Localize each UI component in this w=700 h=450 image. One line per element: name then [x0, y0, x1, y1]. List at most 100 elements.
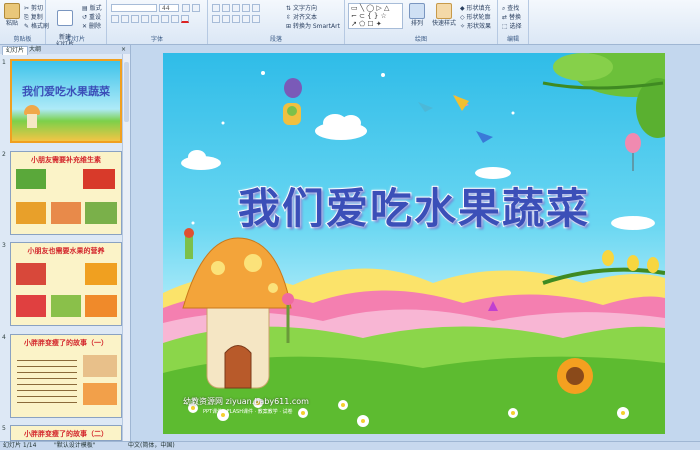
font-size-buttons: [182, 4, 200, 12]
slide-thumbnail-5[interactable]: 小胖胖变瘦了的故事（二）: [10, 425, 122, 441]
slide-thumbnail-1[interactable]: 我们爱吃水果蔬菜: [10, 59, 122, 143]
sunflower: [557, 358, 593, 394]
fruit-photo: [16, 295, 46, 317]
main-slide[interactable]: 我们爱吃水果蔬菜 幼教资源网 ziyuan.baby611.com PPT课件 …: [163, 53, 665, 434]
bold-button[interactable]: [111, 15, 119, 23]
columns-button[interactable]: [252, 15, 260, 23]
align-left-button[interactable]: [212, 15, 220, 23]
font-size-combo[interactable]: 44: [159, 4, 179, 12]
hot-air-balloon: [625, 133, 641, 171]
align-right-button[interactable]: [232, 15, 240, 23]
story-picture: [83, 355, 117, 377]
paper-plane: [476, 131, 493, 143]
story-text-lines: [17, 355, 77, 407]
slide-thumbnail-4[interactable]: 小胖胖变瘦了的故事（一）: [10, 334, 122, 418]
vegetable-photo: [83, 169, 115, 189]
slides-group: 新建 幻灯片 ▤ 版式 ↺ 重设 ✕ 删除 幻灯片: [46, 0, 107, 48]
grow-font-button[interactable]: [182, 4, 190, 12]
drawing-group: ▭ ╲ ◯ ▷ △ ⌐ ⊂ { } ☆ ↗ ⬠ ☐ ✦ 排列 快速样式 ◆ 形状填充…: [345, 0, 498, 44]
thumb-title: 我们爱吃水果蔬菜: [22, 85, 110, 98]
balloon-character: [283, 78, 302, 125]
fruit-photo: [85, 295, 117, 317]
paste-button[interactable]: 粘贴: [2, 3, 22, 27]
watermark-subtext: PPT课件 · FLASH课件 · 教案教学 · 试卷: [203, 409, 293, 415]
new-slide-icon: [57, 10, 73, 26]
shape-effects-button[interactable]: ✧ 形状效果: [460, 21, 491, 30]
cloud: [315, 114, 367, 140]
line-spacing-button[interactable]: [252, 4, 260, 12]
spacing-button[interactable]: [161, 15, 169, 23]
cut-button[interactable]: ✂ 剪切: [24, 3, 43, 12]
clipboard-group: 粘贴 ✂ 剪切 ⎘ 复制 ✎ 格式刷 剪贴板: [0, 0, 49, 44]
thumb-title: 小胖胖变瘦了的故事（二）: [24, 430, 108, 438]
tree-leaves: [542, 53, 665, 138]
thumb-title: 小朋友需要补充维生素: [31, 156, 101, 164]
thumb-number: 4: [2, 334, 6, 341]
thumb-number: 5: [2, 425, 6, 432]
mushroom-stem-thumb: [27, 114, 37, 128]
case-button[interactable]: [171, 15, 179, 23]
layout-button[interactable]: ▤ 版式: [82, 3, 102, 12]
reset-button[interactable]: ↺ 重设: [82, 12, 101, 21]
font-label: 字体: [150, 36, 163, 43]
paragraph-group: ⇅ 文字方向 ⇳ 对齐文本 ⊞ 转换为 SmartArt 段落: [208, 0, 345, 44]
vegetable-photo: [85, 202, 117, 224]
scrollbar-thumb[interactable]: [124, 62, 129, 122]
story-picture: [83, 383, 117, 405]
editing-label: 编辑: [506, 36, 519, 43]
increase-indent-button[interactable]: [242, 4, 250, 12]
underline-button[interactable]: [131, 15, 139, 23]
font-color-button[interactable]: [181, 15, 189, 23]
decrease-indent-button[interactable]: [232, 4, 240, 12]
close-icon[interactable]: ×: [118, 46, 129, 54]
thumb-number: 1: [2, 59, 6, 66]
panel-scrollbar[interactable]: [122, 54, 130, 441]
slide-thumbnail-2[interactable]: 小朋友需要补充维生素: [10, 151, 122, 235]
clipboard-label: 剪贴板: [13, 36, 32, 43]
slide-panel: 幻灯片 大纲 × 1 我们爱吃水果蔬菜 2 小朋友需要补充维生素 3 小朋友也需…: [0, 45, 131, 441]
font-name-combo[interactable]: [111, 4, 157, 12]
font-group: 44 字体: [107, 0, 208, 44]
select-button[interactable]: ⬚ 选择: [502, 21, 522, 30]
watermark-text: 幼教资源网 ziyuan.baby611.com: [183, 397, 309, 406]
italic-button[interactable]: [121, 15, 129, 23]
shadow-button[interactable]: [151, 15, 159, 23]
thumb-number: 3: [2, 242, 6, 249]
quick-styles-button[interactable]: 快速样式: [431, 3, 457, 27]
paragraph-label: 段落: [269, 36, 282, 43]
tab-outline[interactable]: 大纲: [26, 46, 44, 54]
bullets-button[interactable]: [212, 4, 220, 12]
fruit-photo: [51, 295, 81, 317]
delete-button[interactable]: ✕ 删除: [82, 21, 101, 30]
slide-thumbnail-3[interactable]: 小朋友也需要水果的营养: [10, 242, 122, 326]
font-style-buttons: [111, 15, 189, 23]
shapes-gallery[interactable]: ▭ ╲ ◯ ▷ △ ⌐ ⊂ { } ☆ ↗ ⬠ ☐ ✦: [348, 3, 403, 29]
thumb-title: 小朋友也需要水果的营养: [27, 247, 105, 255]
cloud: [181, 150, 221, 170]
slide-title[interactable]: 我们爱吃水果蔬菜: [163, 175, 665, 236]
paper-plane: [418, 102, 433, 112]
arrange-button[interactable]: 排列: [407, 3, 427, 27]
justify-button[interactable]: [242, 15, 250, 23]
align-buttons: [212, 15, 260, 23]
vegetable-photo: [16, 202, 46, 224]
quick-styles-icon: [436, 3, 452, 19]
align-center-button[interactable]: [222, 15, 230, 23]
shrink-font-button[interactable]: [192, 4, 200, 12]
shape-fill-button[interactable]: ◆ 形状填充: [460, 3, 491, 12]
vegetable-photo: [16, 169, 46, 189]
tab-slides[interactable]: 幻灯片: [2, 46, 29, 55]
thumb-title: 小胖胖变瘦了的故事（一）: [24, 339, 108, 347]
replace-button[interactable]: ⇄ 替换: [502, 12, 521, 21]
shape-outline-button[interactable]: ◇ 形状轮廓: [460, 12, 491, 21]
slide-artwork: [163, 53, 665, 434]
numbering-button[interactable]: [222, 4, 230, 12]
fruit-photo: [16, 263, 46, 285]
strikethrough-button[interactable]: [141, 15, 149, 23]
panel-tabs: 幻灯片 大纲 ×: [0, 45, 130, 55]
text-direction-button[interactable]: ⇅ 文字方向: [286, 3, 317, 12]
thumb-number: 2: [2, 151, 6, 158]
vegetable-photo: [51, 202, 81, 224]
align-text-button[interactable]: ⇳ 对齐文本: [286, 12, 317, 21]
smartart-button[interactable]: ⊞ 转换为 SmartArt: [286, 21, 340, 30]
